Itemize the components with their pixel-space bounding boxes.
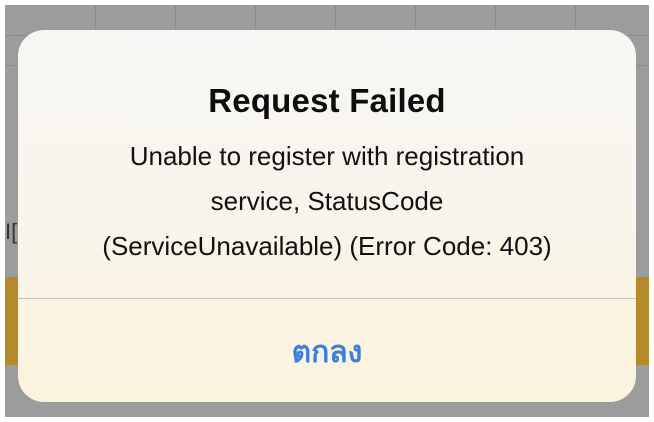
alert-message-line: service, StatusCode <box>210 186 444 216</box>
alert-message-line: Unable to register with registration <box>129 141 525 171</box>
alert-message: Unable to register with registration ser… <box>58 134 596 269</box>
background-text-fragment: I[ <box>5 219 18 244</box>
alert-content: Request Failed Unable to register with r… <box>18 30 636 298</box>
alert-title: Request Failed <box>208 82 446 119</box>
ok-button[interactable]: ตกลง <box>18 299 636 402</box>
screen: I[ Request Failed Unable to register wit… <box>0 0 654 422</box>
ok-button-label: ตกลง <box>291 335 363 370</box>
alert-message-line: (ServiceUnavailable) (Error Code: 403) <box>102 231 552 261</box>
request-failed-alert: Request Failed Unable to register with r… <box>18 30 636 402</box>
